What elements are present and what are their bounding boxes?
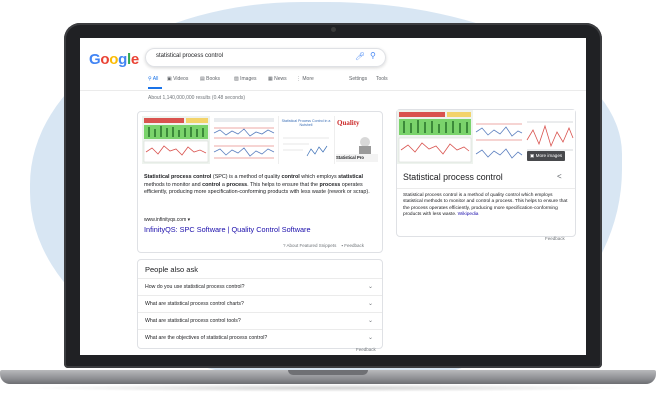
paa-question[interactable]: What are statistical process control cha…	[138, 295, 382, 312]
tab-more[interactable]: ⋮ More	[296, 76, 314, 82]
people-also-ask: People also ask How do you use statistic…	[137, 259, 383, 349]
more-images-button[interactable]: ▣ More images	[527, 151, 566, 161]
webcam-dot	[331, 27, 336, 32]
control-chart-thumbnail-2[interactable]	[212, 116, 276, 164]
chevron-down-icon: ⌄	[368, 284, 374, 290]
featured-snippet-text: Statistical process control (SPC) is a m…	[144, 174, 370, 196]
tools-link[interactable]: Tools	[376, 76, 388, 82]
tab-videos[interactable]: ▣ Videos	[167, 76, 188, 82]
paa-question[interactable]: What are the objectives of statistical p…	[138, 329, 382, 346]
knowledge-panel-feedback-link[interactable]: Feedback	[545, 236, 565, 241]
featured-snippet: Statistical Process Control in a Nutshel…	[137, 111, 383, 253]
active-tab-indicator	[148, 87, 162, 89]
paa-title: People also ask	[145, 265, 198, 274]
search-tabs: ⚲ All ▣ Videos ▤ Books ▨ Images ▦ News ⋮…	[148, 76, 388, 88]
tab-images[interactable]: ▨ Images	[234, 76, 257, 82]
spc-nutshell-thumbnail[interactable]: Statistical Process Control in a Nutshel…	[278, 116, 333, 164]
tabs-divider	[80, 90, 586, 91]
feedback-link[interactable]: Feedback	[344, 243, 364, 248]
wikipedia-link[interactable]: Wikipedia	[458, 212, 479, 217]
featured-images: Statistical Process Control in a Nutshel…	[142, 116, 379, 164]
help-icon: ?	[283, 243, 286, 248]
knowledge-panel-divider	[397, 188, 575, 189]
knowledge-panel: ▣ More images Statistical process contro…	[396, 109, 576, 237]
knowledge-panel-images[interactable]: ▣ More images	[397, 110, 575, 164]
settings-link[interactable]: Settings	[349, 76, 367, 82]
google-logo[interactable]: Google	[89, 51, 139, 68]
tab-all[interactable]: ⚲ All	[148, 76, 158, 82]
tab-books[interactable]: ▤ Books	[200, 76, 220, 82]
laptop-base-notch	[288, 370, 368, 375]
feedback-icon: ▪	[341, 243, 343, 248]
image-icon: ▣	[530, 153, 535, 158]
dropdown-arrow-icon[interactable]: ▾	[188, 217, 191, 223]
knowledge-panel-title: Statistical process control	[403, 172, 503, 182]
search-query: statistical process control	[156, 53, 224, 59]
video-icon: ▣	[167, 76, 172, 82]
laptop-screen: Google statistical process control 🎤︎ ⚲ …	[80, 38, 586, 355]
control-chart-thumbnail[interactable]	[142, 116, 210, 164]
laptop-shadow	[20, 384, 636, 392]
search-icon[interactable]: ⚲	[370, 51, 376, 60]
featured-footer: ? About Featured Snippets ▪ Feedback	[283, 243, 364, 248]
more-icon: ⋮	[296, 76, 301, 82]
search-icon: ⚲	[148, 76, 152, 82]
chevron-down-icon: ⌄	[368, 335, 374, 341]
result-link[interactable]: InfinityQS: SPC Software | Quality Contr…	[144, 225, 311, 234]
chevron-down-icon: ⌄	[368, 301, 374, 307]
chevron-down-icon: ⌄	[368, 318, 374, 324]
share-icon[interactable]: <	[557, 172, 562, 181]
result-site: www.infinityqs.com ▾	[144, 217, 191, 223]
search-input[interactable]: statistical process control 🎤︎ ⚲	[145, 48, 386, 67]
image-icon: ▨	[234, 76, 239, 82]
knowledge-panel-description: Statistical process control is a method …	[403, 193, 568, 218]
tab-news[interactable]: ▦ News	[268, 76, 287, 82]
about-featured-snippets-link[interactable]: About Featured Snippets	[287, 243, 337, 248]
news-icon: ▦	[268, 76, 273, 82]
book-icon: ▤	[200, 76, 205, 82]
quality-thumbnail[interactable]: Quality Statistical Pro	[334, 116, 379, 164]
results-count: About 1,140,000,000 results (0.48 second…	[148, 95, 246, 101]
microphone-icon[interactable]: 🎤︎	[355, 52, 365, 61]
paa-feedback-link[interactable]: Feedback	[356, 347, 376, 352]
paa-question[interactable]: What are statistical process control too…	[138, 312, 382, 329]
paa-question[interactable]: How do you use statistical process contr…	[138, 278, 382, 295]
